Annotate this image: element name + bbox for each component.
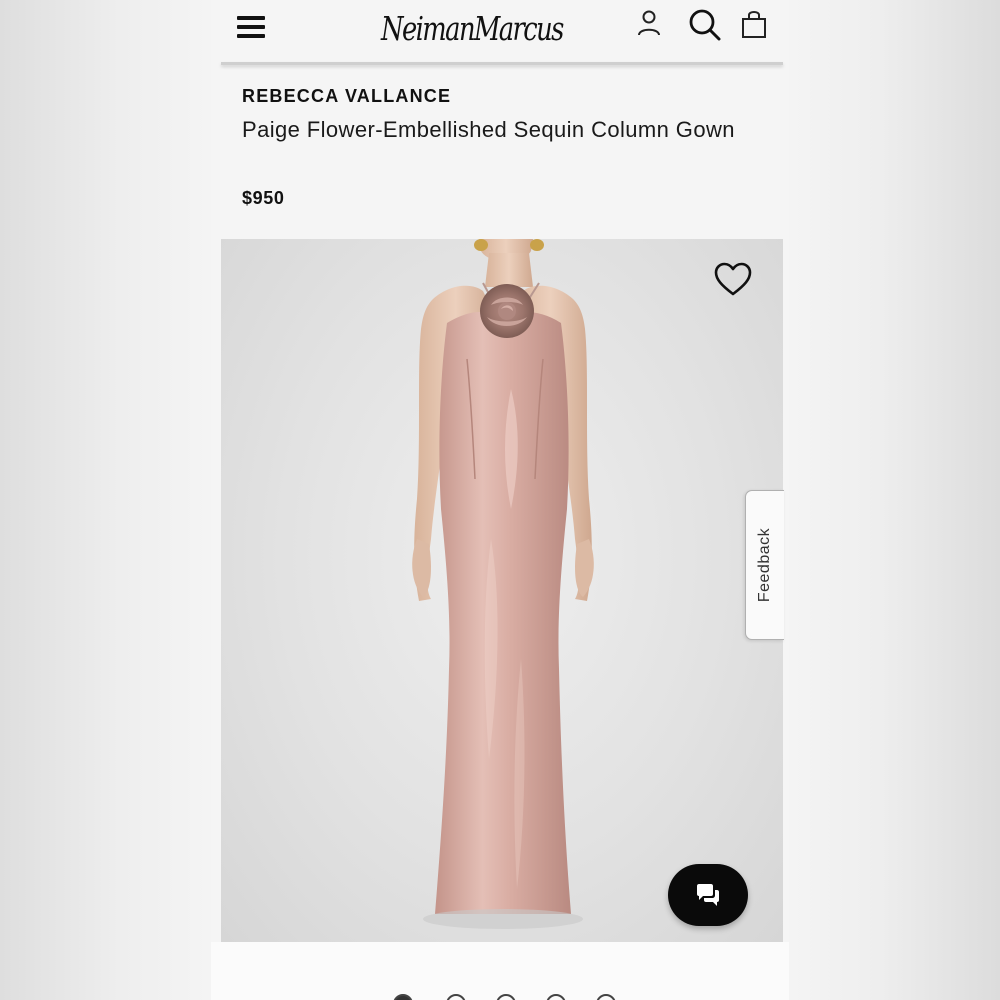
- search-icon: [689, 9, 721, 41]
- chat-button[interactable]: [668, 864, 748, 926]
- product-price: $950: [242, 188, 285, 208]
- product-brand[interactable]: REBECCA VALLANCE: [242, 84, 762, 108]
- search-button[interactable]: [685, 6, 725, 44]
- account-button[interactable]: [631, 8, 667, 40]
- heart-icon: [714, 262, 752, 296]
- gallery-dot-2[interactable]: [446, 994, 466, 1000]
- menu-icon: [237, 16, 265, 20]
- wishlist-button[interactable]: [713, 261, 753, 299]
- shopping-bag-icon: [742, 11, 766, 38]
- feedback-label: Feedback: [756, 527, 773, 603]
- menu-icon-bar: [237, 25, 265, 29]
- gallery-pagination: [391, 994, 631, 1000]
- gallery-dot-3[interactable]: [496, 994, 516, 1000]
- gown-photo: [412, 239, 594, 929]
- product-title: Paige Flower-Embellished Sequin Column G…: [242, 117, 735, 142]
- neiman-marcus-logo[interactable]: NeimanMarcus: [381, 2, 564, 56]
- feedback-tab[interactable]: Feedback: [745, 490, 784, 640]
- gallery-dot-5[interactable]: [596, 994, 616, 1000]
- menu-icon-bar: [237, 34, 265, 38]
- menu-button[interactable]: [235, 14, 267, 40]
- product-info: REBECCA VALLANCE Paige Flower-Embellishe…: [242, 84, 762, 145]
- account-icon: [638, 10, 660, 36]
- site-header: NeimanMarcus: [211, 0, 789, 62]
- product-image[interactable]: [221, 239, 783, 942]
- shopping-bag-button[interactable]: [739, 8, 769, 40]
- gallery-footer: [211, 942, 789, 1000]
- chat-icon: [697, 884, 719, 906]
- header-divider: [221, 62, 783, 65]
- gallery-dot-1[interactable]: [393, 994, 413, 1000]
- mobile-page: NeimanMarcus REBECCA VALLANCE Paige Flow…: [211, 0, 789, 1000]
- gallery-dot-4[interactable]: [546, 994, 566, 1000]
